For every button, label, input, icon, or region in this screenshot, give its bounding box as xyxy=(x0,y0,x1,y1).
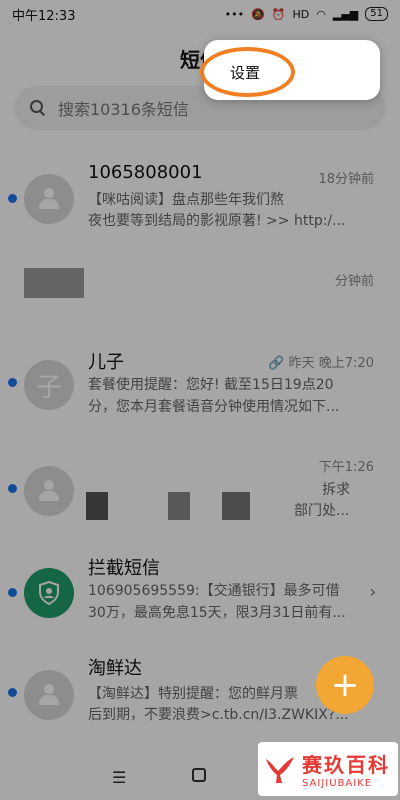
watermark-title: 赛玖百科 xyxy=(302,753,390,777)
whale-tail-logo-icon xyxy=(266,757,294,783)
watermark: 赛玖百科 SAIJIUBAIKE xyxy=(258,742,398,796)
highlight-annotation xyxy=(200,47,295,97)
watermark-subtitle: SAIJIUBAIKE xyxy=(302,778,373,789)
compose-button[interactable]: + xyxy=(316,656,374,714)
